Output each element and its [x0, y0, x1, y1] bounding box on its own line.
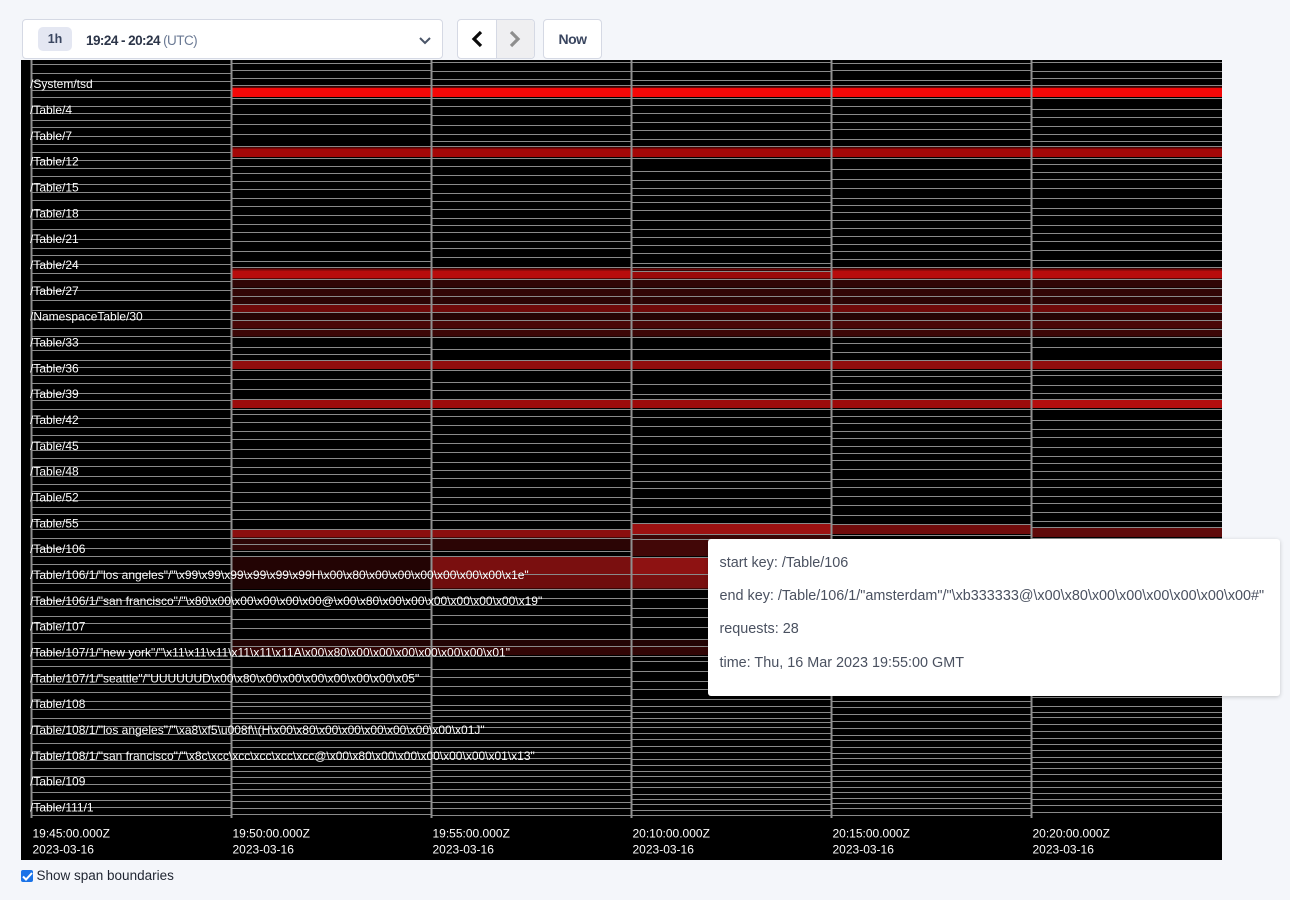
svg-text:2023-03-16: 2023-03-16 [233, 842, 295, 856]
svg-text:/Table/33: /Table/33 [30, 336, 79, 350]
svg-text:/Table/21: /Table/21 [30, 232, 79, 246]
svg-text:/Table/107/1/"seattle"/"UUUUUU: /Table/107/1/"seattle"/"UUUUUUD\x00\x80\… [30, 671, 419, 685]
svg-text:/Table/107: /Table/107 [30, 620, 86, 634]
svg-text:/Table/52: /Table/52 [30, 491, 79, 505]
svg-text:/Table/106: /Table/106 [30, 542, 86, 556]
svg-text:/Table/111/1: /Table/111/1 [30, 800, 94, 814]
svg-text:/Table/109: /Table/109 [30, 775, 86, 789]
svg-text:20:20:00.000Z: 20:20:00.000Z [1033, 826, 1110, 840]
svg-text:/Table/36: /Table/36 [30, 361, 79, 375]
svg-text:2023-03-16: 2023-03-16 [833, 842, 895, 856]
svg-text:/Table/55: /Table/55 [30, 516, 79, 530]
svg-text:/Table/45: /Table/45 [30, 439, 79, 453]
svg-text:/Table/106/1/"los angeles"/"\x: /Table/106/1/"los angeles"/"\x99\x99\x99… [30, 568, 529, 582]
svg-text:2023-03-16: 2023-03-16 [633, 842, 695, 856]
svg-text:/Table/39: /Table/39 [30, 387, 79, 401]
svg-text:/Table/108/1/"san francisco"/": /Table/108/1/"san francisco"/"\x8c\xcc\x… [30, 749, 535, 763]
svg-text:2023-03-16: 2023-03-16 [1033, 842, 1095, 856]
svg-text:/Table/7: /Table/7 [30, 129, 72, 143]
svg-text:/NamespaceTable/30: /NamespaceTable/30 [30, 310, 143, 324]
svg-text:/Table/4: /Table/4 [30, 103, 72, 117]
svg-text:/Table/108: /Table/108 [30, 697, 86, 711]
svg-text:/Table/48: /Table/48 [30, 465, 79, 479]
svg-text:20:15:00.000Z: 20:15:00.000Z [833, 826, 910, 840]
svg-text:/Table/27: /Table/27 [30, 284, 79, 298]
svg-text:/System/tsd: /System/tsd [30, 77, 93, 91]
svg-text:2023-03-16: 2023-03-16 [33, 842, 95, 856]
svg-text:/Table/24: /Table/24 [30, 258, 79, 272]
svg-text:19:45:00.000Z: 19:45:00.000Z [33, 826, 110, 840]
svg-text:2023-03-16: 2023-03-16 [433, 842, 495, 856]
svg-text:/Table/106/1/"san francisco"/": /Table/106/1/"san francisco"/"\x80\x00\x… [30, 594, 542, 608]
svg-text:/Table/107/1/"new york"/"\x11\: /Table/107/1/"new york"/"\x11\x11\x11\x1… [30, 646, 510, 660]
svg-text:/Table/12: /Table/12 [30, 155, 79, 169]
svg-text:/Table/108/1/"los angeles"/"\x: /Table/108/1/"los angeles"/"\xa8\xf5\u00… [30, 723, 485, 737]
svg-text:/Table/15: /Table/15 [30, 181, 79, 195]
svg-text:/Table/42: /Table/42 [30, 413, 79, 427]
svg-text:20:10:00.000Z: 20:10:00.000Z [633, 826, 710, 840]
svg-text:19:50:00.000Z: 19:50:00.000Z [233, 826, 310, 840]
svg-text:/Table/18: /Table/18 [30, 206, 79, 220]
svg-text:19:55:00.000Z: 19:55:00.000Z [433, 826, 510, 840]
